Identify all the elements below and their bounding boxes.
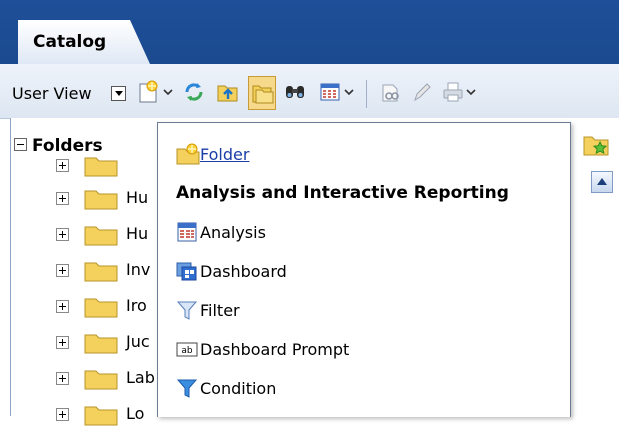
- toolbar-divider: [366, 80, 367, 108]
- tree-item[interactable]: Lab: [56, 366, 166, 394]
- filter-icon: [176, 301, 198, 320]
- tree-item-label: Hu: [126, 224, 149, 243]
- tree-item-label: Lo: [126, 404, 145, 423]
- folders-collapse-toggle[interactable]: [14, 138, 27, 151]
- tree-item[interactable]: Hu: [56, 186, 166, 214]
- user-view-dropdown-icon[interactable]: [111, 86, 126, 101]
- tree-item[interactable]: Hu: [56, 222, 166, 250]
- folder-icon: [84, 334, 118, 354]
- refresh-icon[interactable]: [182, 76, 210, 110]
- menu-item-label: Dashboard: [200, 262, 287, 281]
- menu-item-folder-label: Folder: [200, 145, 250, 164]
- user-view-label: User View: [12, 84, 92, 103]
- dashboard-icon: [176, 262, 197, 281]
- folder-icon: [84, 298, 118, 318]
- tree-item-label: Iro: [126, 296, 147, 315]
- new-folder-icon: [176, 143, 200, 165]
- menu-item-dashboard-prompt[interactable]: ab Dashboard Prompt: [158, 334, 570, 364]
- expand-toggle[interactable]: [56, 228, 69, 241]
- search-binoculars-icon[interactable]: [283, 76, 311, 110]
- show-folders-icon[interactable]: [248, 76, 276, 110]
- tree-item[interactable]: Lo: [56, 402, 166, 430]
- folder-icon: [84, 370, 118, 390]
- new-item-dropdown-menu: Folder Analysis and Interactive Reportin…: [157, 122, 571, 417]
- tree-item-label: Inv: [126, 260, 151, 279]
- upload-folder-icon[interactable]: [216, 76, 244, 110]
- tree-item-label: Juc: [126, 332, 150, 351]
- chevron-down-icon[interactable]: [465, 86, 477, 98]
- toolbar: User View: [0, 64, 619, 119]
- expand-toggle[interactable]: [56, 264, 69, 277]
- menu-item-label: Filter: [200, 301, 240, 320]
- menu-item-condition[interactable]: Condition: [158, 373, 570, 403]
- chevron-down-icon[interactable]: [343, 86, 355, 98]
- tree-item[interactable]: [56, 153, 166, 181]
- condition-filter-icon: [176, 379, 198, 398]
- analysis-icon: [177, 222, 197, 242]
- tab-catalog-label: Catalog: [33, 32, 107, 52]
- folder-icon: [84, 226, 118, 246]
- scroll-up-button[interactable]: [591, 171, 613, 193]
- menu-item-dashboard[interactable]: Dashboard: [158, 256, 570, 286]
- chevron-down-icon[interactable]: [162, 86, 174, 98]
- preview-icon[interactable]: [379, 76, 407, 110]
- new-item-icon[interactable]: [137, 76, 165, 110]
- folder-icon: [84, 190, 118, 210]
- folder-icon: [84, 406, 118, 426]
- expand-toggle[interactable]: [56, 159, 69, 172]
- folder-icon: [84, 157, 118, 177]
- menu-item-label: Dashboard Prompt: [200, 340, 350, 359]
- tree-item-label: Lab: [126, 368, 155, 387]
- menu-item-label: Analysis: [200, 223, 266, 242]
- tree-item[interactable]: Inv: [56, 258, 166, 286]
- favorite-folder-icon[interactable]: [582, 132, 610, 158]
- view-options-icon[interactable]: [318, 76, 346, 110]
- menu-item-label: Condition: [200, 379, 277, 398]
- edit-icon[interactable]: [410, 76, 438, 110]
- menu-item-filter[interactable]: Filter: [158, 295, 570, 325]
- expand-toggle[interactable]: [56, 300, 69, 313]
- tree-item[interactable]: Juc: [56, 330, 166, 358]
- tree-item[interactable]: Iro: [56, 294, 166, 322]
- expand-toggle[interactable]: [56, 372, 69, 385]
- expand-toggle[interactable]: [56, 336, 69, 349]
- tree-item-label: Hu: [126, 188, 149, 207]
- tab-catalog[interactable]: Catalog: [18, 20, 150, 64]
- expand-toggle[interactable]: [56, 408, 69, 421]
- expand-toggle[interactable]: [56, 192, 69, 205]
- menu-item-folder[interactable]: Folder: [158, 139, 570, 169]
- menu-item-analysis[interactable]: Analysis: [158, 217, 570, 247]
- content-pane: [568, 126, 619, 416]
- folder-icon: [84, 262, 118, 282]
- prompt-abl-icon: ab: [176, 342, 198, 357]
- menu-section-header: Analysis and Interactive Reporting: [176, 183, 509, 203]
- svg-text:ab: ab: [181, 346, 193, 356]
